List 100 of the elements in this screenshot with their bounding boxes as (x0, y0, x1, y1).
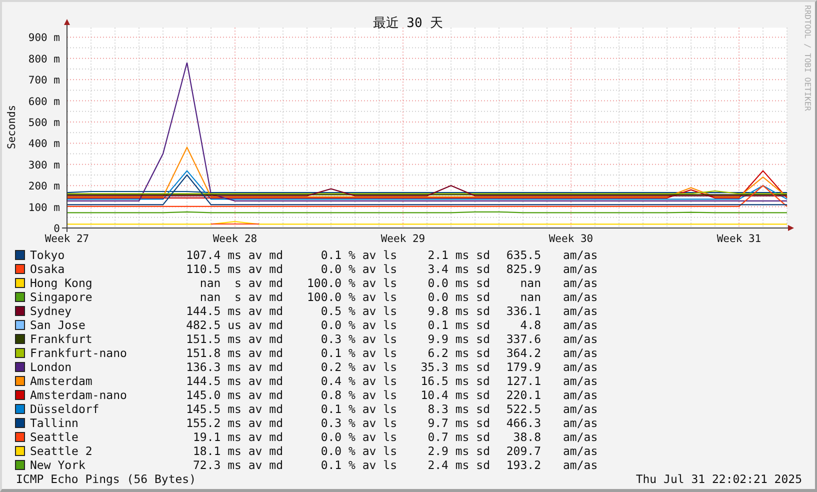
legend-label: Singapore (30, 290, 94, 304)
deviation-value: 2.4 ms sd (426, 458, 490, 472)
unit-label: am/as (563, 402, 598, 416)
chart-title: 最近 30 天 (372, 16, 444, 31)
deviation-value: 3.4 ms sd (426, 262, 490, 276)
deviation-value: 0.7 ms sd (426, 430, 490, 444)
legend-label: Frankfurt-nano (30, 346, 128, 360)
median-value: 151.5 ms av md (185, 332, 283, 346)
legend-label: Amsterdam (30, 374, 94, 388)
median-value: 155.2 ms av md (185, 416, 283, 430)
deviation-value: 9.7 ms sd (426, 416, 490, 430)
ratio-value: 38.8 (512, 430, 541, 444)
legend-label: Düsseldorf (30, 402, 100, 416)
median-value: 144.5 ms av md (185, 374, 283, 388)
legend-label: Tallinn (30, 416, 80, 430)
ratio-value: 336.1 (505, 304, 541, 318)
deviation-value: 8.3 ms sd (426, 402, 490, 416)
ratio-value: 209.7 (505, 444, 541, 458)
loss-value: 0.3 % av ls (320, 332, 397, 346)
ratio-value: 364.2 (505, 346, 541, 360)
loss-value: 100.0 % av ls (306, 290, 397, 304)
loss-value: 100.0 % av ls (306, 276, 397, 290)
x-tick-label: Week 27 (44, 233, 90, 244)
y-tick-label: 300 m (28, 159, 60, 172)
median-value: 110.5 ms av md (185, 262, 283, 276)
loss-value: 0.1 % av ls (320, 346, 397, 360)
median-value: 482.5 us av md (185, 318, 283, 332)
median-value: 145.0 ms av md (185, 388, 283, 402)
legend-label: Sydney (30, 304, 73, 318)
ratio-value: 522.5 (505, 402, 541, 416)
y-tick-label: 100 m (28, 202, 60, 214)
legend-label: New York (30, 458, 86, 472)
loss-value: 0.4 % av ls (320, 374, 397, 388)
timestamp: Thu Jul 31 22:02:21 2025 (636, 472, 802, 486)
legend-label: Seattle 2 (30, 444, 94, 458)
loss-value: 0.8 % av ls (320, 388, 397, 402)
median-value: 151.8 ms av md (185, 346, 283, 360)
ratio-value: 193.2 (505, 458, 541, 472)
y-tick-label: 400 m (28, 138, 60, 150)
loss-value: 0.0 % av ls (320, 318, 397, 332)
ratio-value: nan (519, 290, 541, 304)
unit-label: am/as (563, 360, 598, 374)
median-value: 72.3 ms av md (192, 458, 283, 472)
y-axis-label: Seconds (6, 104, 18, 150)
unit-label: am/as (563, 318, 598, 332)
x-tick-label: Week 30 (548, 233, 594, 244)
legend-label: Tokyo (30, 248, 66, 262)
ratio-value: 4.8 (519, 318, 541, 332)
y-tick-label: 900 m (28, 32, 60, 44)
y-tick-label: 600 m (28, 96, 60, 108)
ratio-value: 337.6 (505, 332, 541, 346)
legend-label: Amsterdam-nano (30, 388, 128, 402)
deviation-value: 0.1 ms sd (426, 318, 490, 332)
legend-label: London (30, 360, 73, 374)
loss-value: 0.3 % av ls (320, 416, 397, 430)
unit-label: am/as (563, 346, 598, 360)
loss-value: 0.0 % av ls (320, 444, 397, 458)
deviation-value: 2.1 ms sd (426, 248, 490, 262)
loss-value: 0.5 % av ls (320, 304, 397, 318)
y-tick-label: 200 m (28, 180, 60, 193)
unit-label: am/as (563, 332, 598, 346)
legend-label: Hong Kong (30, 276, 94, 290)
ratio-value: 220.1 (505, 388, 541, 402)
unit-label: am/as (563, 304, 598, 318)
legend-label: San Jose (30, 318, 86, 332)
ratio-value: 179.9 (505, 360, 541, 374)
unit-label: am/as (563, 388, 598, 402)
legend-label: Frankfurt (30, 332, 94, 346)
unit-label: am/as (563, 290, 598, 304)
unit-label: am/as (563, 458, 598, 472)
legend-label: Osaka (30, 262, 66, 276)
x-tick-label: Week 31 (716, 233, 762, 244)
loss-value: 0.0 % av ls (320, 430, 397, 444)
unit-label: am/as (563, 374, 598, 388)
deviation-value: 2.9 ms sd (426, 444, 490, 458)
unit-label: am/as (563, 262, 598, 276)
ratio-value: nan (519, 276, 541, 290)
loss-value: 0.1 % av ls (320, 458, 397, 472)
deviation-value: 16.5 ms sd (420, 374, 490, 388)
unit-label: am/as (563, 276, 598, 290)
median-value: 136.3 ms av md (185, 360, 283, 374)
y-tick-label: 800 m (28, 53, 60, 66)
y-tick-label: 700 m (28, 74, 60, 87)
median-value: 145.5 ms av md (185, 402, 283, 416)
x-tick-label: Week 29 (380, 233, 426, 244)
deviation-value: 6.2 ms sd (426, 346, 490, 360)
median-value: 107.4 ms av md (185, 248, 283, 262)
unit-label: am/as (563, 416, 598, 430)
unit-label: am/as (563, 248, 598, 262)
y-tick-label: 0 (54, 223, 60, 235)
ratio-value: 825.9 (505, 262, 541, 276)
loss-value: 0.1 % av ls (320, 248, 397, 262)
median-value: 144.5 ms av md (185, 304, 283, 318)
x-tick-label: Week 28 (212, 233, 258, 244)
deviation-value: 35.3 ms sd (420, 360, 490, 374)
deviation-value: 9.8 ms sd (426, 304, 490, 318)
loss-value: 0.0 % av ls (320, 262, 397, 276)
unit-label: am/as (563, 444, 598, 458)
credit-text: RRDTOOL / TOBI OETIKER (803, 5, 812, 111)
median-value: nan s av md (198, 290, 283, 304)
